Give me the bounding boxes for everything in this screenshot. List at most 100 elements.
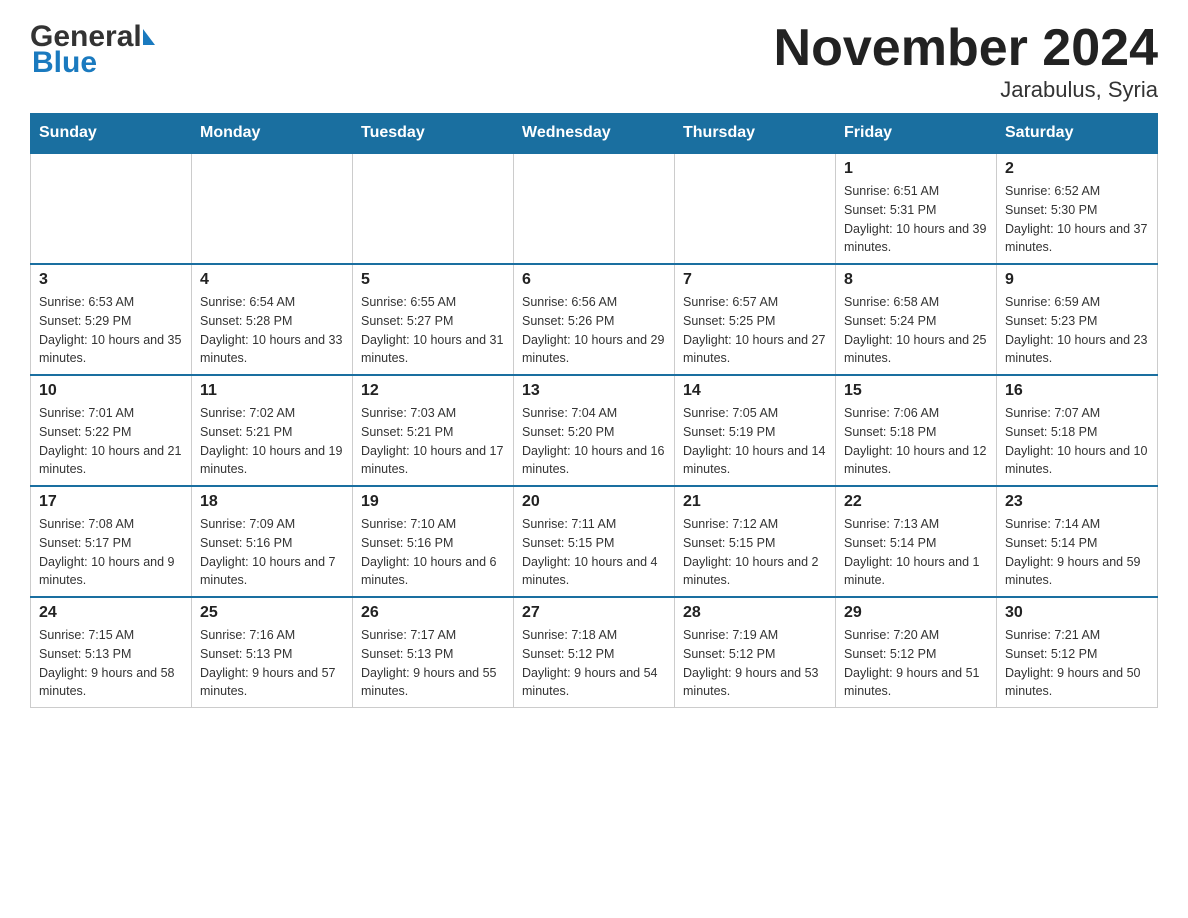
calendar-cell: 30 Sunrise: 7:21 AMSunset: 5:12 PMDayligh… bbox=[997, 597, 1158, 708]
day-number: 20 bbox=[522, 493, 666, 511]
day-sun-info: Sunrise: 6:54 AMSunset: 5:28 PMDaylight:… bbox=[200, 293, 344, 368]
day-sun-info: Sunrise: 7:03 AMSunset: 5:21 PMDaylight:… bbox=[361, 404, 505, 479]
day-sun-info: Sunrise: 7:18 AMSunset: 5:12 PMDaylight:… bbox=[522, 626, 666, 701]
day-number: 29 bbox=[844, 604, 988, 622]
calendar-cell: 16 Sunrise: 7:07 AMSunset: 5:18 PMDayligh… bbox=[997, 375, 1158, 486]
day-sun-info: Sunrise: 7:01 AMSunset: 5:22 PMDaylight:… bbox=[39, 404, 183, 479]
day-sun-info: Sunrise: 7:15 AMSunset: 5:13 PMDaylight:… bbox=[39, 626, 183, 701]
calendar-cell: 9Sunrise: 6:59 AMSunset: 5:23 PMDaylight… bbox=[997, 264, 1158, 375]
day-number: 3 bbox=[39, 271, 183, 289]
day-number: 2 bbox=[1005, 160, 1149, 178]
calendar-cell: 25 Sunrise: 7:16 AMSunset: 5:13 PMDayligh… bbox=[192, 597, 353, 708]
day-number: 1 bbox=[844, 160, 988, 178]
day-number: 19 bbox=[361, 493, 505, 511]
calendar-cell: 20 Sunrise: 7:11 AMSunset: 5:15 PMDayligh… bbox=[514, 486, 675, 597]
weekday-header-tuesday: Tuesday bbox=[353, 114, 514, 154]
day-sun-info: Sunrise: 7:13 AMSunset: 5:14 PMDaylight:… bbox=[844, 515, 988, 590]
calendar-cell bbox=[514, 153, 675, 264]
calendar-cell: 11Sunrise: 7:02 AMSunset: 5:21 PMDayligh… bbox=[192, 375, 353, 486]
day-sun-info: Sunrise: 7:05 AMSunset: 5:19 PMDaylight:… bbox=[683, 404, 827, 479]
calendar-cell: 21Sunrise: 7:12 AMSunset: 5:15 PMDayligh… bbox=[675, 486, 836, 597]
calendar-cell bbox=[675, 153, 836, 264]
weekday-header-wednesday: Wednesday bbox=[514, 114, 675, 154]
day-number: 23 bbox=[1005, 493, 1149, 511]
week-row-3: 10 Sunrise: 7:01 AMSunset: 5:22 PMDayligh… bbox=[31, 375, 1158, 486]
calendar-cell: 8 Sunrise: 6:58 AMSunset: 5:24 PMDaylight… bbox=[836, 264, 997, 375]
day-sun-info: Sunrise: 7:12 AMSunset: 5:15 PMDaylight:… bbox=[683, 515, 827, 590]
calendar-cell: 12 Sunrise: 7:03 AMSunset: 5:21 PMDayligh… bbox=[353, 375, 514, 486]
calendar-cell: 15 Sunrise: 7:06 AMSunset: 5:18 PMDayligh… bbox=[836, 375, 997, 486]
calendar-location: Jarabulus, Syria bbox=[774, 77, 1158, 103]
day-number: 14 bbox=[683, 382, 827, 400]
day-number: 28 bbox=[683, 604, 827, 622]
day-sun-info: Sunrise: 6:52 AMSunset: 5:30 PMDaylight:… bbox=[1005, 182, 1149, 257]
page-header: General Blue November 2024 Jarabulus, Sy… bbox=[30, 20, 1158, 103]
day-number: 15 bbox=[844, 382, 988, 400]
day-sun-info: Sunrise: 7:17 AMSunset: 5:13 PMDaylight:… bbox=[361, 626, 505, 701]
calendar-month-year: November 2024 bbox=[774, 20, 1158, 77]
day-number: 9 bbox=[1005, 271, 1149, 289]
calendar-cell bbox=[353, 153, 514, 264]
calendar-cell: 1Sunrise: 6:51 AMSunset: 5:31 PMDaylight… bbox=[836, 153, 997, 264]
week-row-1: 1Sunrise: 6:51 AMSunset: 5:31 PMDaylight… bbox=[31, 153, 1158, 264]
calendar-cell: 14 Sunrise: 7:05 AMSunset: 5:19 PMDayligh… bbox=[675, 375, 836, 486]
day-sun-info: Sunrise: 6:55 AMSunset: 5:27 PMDaylight:… bbox=[361, 293, 505, 368]
day-sun-info: Sunrise: 6:58 AMSunset: 5:24 PMDaylight:… bbox=[844, 293, 988, 368]
calendar-cell: 6 Sunrise: 6:56 AMSunset: 5:26 PMDaylight… bbox=[514, 264, 675, 375]
week-row-2: 3Sunrise: 6:53 AMSunset: 5:29 PMDaylight… bbox=[31, 264, 1158, 375]
day-number: 11 bbox=[200, 382, 344, 400]
day-number: 7 bbox=[683, 271, 827, 289]
day-sun-info: Sunrise: 6:56 AMSunset: 5:26 PMDaylight:… bbox=[522, 293, 666, 368]
day-number: 6 bbox=[522, 271, 666, 289]
day-number: 24 bbox=[39, 604, 183, 622]
calendar-cell: 23 Sunrise: 7:14 AMSunset: 5:14 PMDayligh… bbox=[997, 486, 1158, 597]
day-number: 4 bbox=[200, 271, 344, 289]
weekday-header-friday: Friday bbox=[836, 114, 997, 154]
logo: General Blue bbox=[30, 20, 155, 80]
calendar-cell: 24 Sunrise: 7:15 AMSunset: 5:13 PMDayligh… bbox=[31, 597, 192, 708]
calendar-cell: 5 Sunrise: 6:55 AMSunset: 5:27 PMDaylight… bbox=[353, 264, 514, 375]
day-number: 26 bbox=[361, 604, 505, 622]
day-number: 18 bbox=[200, 493, 344, 511]
calendar-cell: 19 Sunrise: 7:10 AMSunset: 5:16 PMDayligh… bbox=[353, 486, 514, 597]
day-sun-info: Sunrise: 7:20 AMSunset: 5:12 PMDaylight:… bbox=[844, 626, 988, 701]
calendar-cell: 22Sunrise: 7:13 AMSunset: 5:14 PMDayligh… bbox=[836, 486, 997, 597]
day-sun-info: Sunrise: 7:07 AMSunset: 5:18 PMDaylight:… bbox=[1005, 404, 1149, 479]
calendar-cell: 2 Sunrise: 6:52 AMSunset: 5:30 PMDaylight… bbox=[997, 153, 1158, 264]
week-row-5: 24 Sunrise: 7:15 AMSunset: 5:13 PMDayligh… bbox=[31, 597, 1158, 708]
day-sun-info: Sunrise: 7:04 AMSunset: 5:20 PMDaylight:… bbox=[522, 404, 666, 479]
weekday-header-monday: Monday bbox=[192, 114, 353, 154]
calendar-cell: 13 Sunrise: 7:04 AMSunset: 5:20 PMDayligh… bbox=[514, 375, 675, 486]
calendar-cell: 10 Sunrise: 7:01 AMSunset: 5:22 PMDayligh… bbox=[31, 375, 192, 486]
week-row-4: 17Sunrise: 7:08 AMSunset: 5:17 PMDayligh… bbox=[31, 486, 1158, 597]
day-sun-info: Sunrise: 7:06 AMSunset: 5:18 PMDaylight:… bbox=[844, 404, 988, 479]
day-number: 5 bbox=[361, 271, 505, 289]
logo-blue: Blue bbox=[30, 46, 155, 80]
weekday-header-row: SundayMondayTuesdayWednesdayThursdayFrid… bbox=[31, 114, 1158, 154]
day-number: 8 bbox=[844, 271, 988, 289]
day-number: 10 bbox=[39, 382, 183, 400]
day-sun-info: Sunrise: 7:21 AMSunset: 5:12 PMDaylight:… bbox=[1005, 626, 1149, 701]
logo-arrow-icon bbox=[143, 29, 155, 45]
day-sun-info: Sunrise: 7:19 AMSunset: 5:12 PMDaylight:… bbox=[683, 626, 827, 701]
day-number: 13 bbox=[522, 382, 666, 400]
day-number: 30 bbox=[1005, 604, 1149, 622]
calendar-table: SundayMondayTuesdayWednesdayThursdayFrid… bbox=[30, 113, 1158, 708]
day-sun-info: Sunrise: 7:11 AMSunset: 5:15 PMDaylight:… bbox=[522, 515, 666, 590]
day-sun-info: Sunrise: 7:09 AMSunset: 5:16 PMDaylight:… bbox=[200, 515, 344, 590]
weekday-header-sunday: Sunday bbox=[31, 114, 192, 154]
day-sun-info: Sunrise: 7:14 AMSunset: 5:14 PMDaylight:… bbox=[1005, 515, 1149, 590]
calendar-cell: 4 Sunrise: 6:54 AMSunset: 5:28 PMDaylight… bbox=[192, 264, 353, 375]
calendar-cell: 29 Sunrise: 7:20 AMSunset: 5:12 PMDayligh… bbox=[836, 597, 997, 708]
day-sun-info: Sunrise: 7:10 AMSunset: 5:16 PMDaylight:… bbox=[361, 515, 505, 590]
day-number: 27 bbox=[522, 604, 666, 622]
calendar-cell: 3Sunrise: 6:53 AMSunset: 5:29 PMDaylight… bbox=[31, 264, 192, 375]
day-sun-info: Sunrise: 7:16 AMSunset: 5:13 PMDaylight:… bbox=[200, 626, 344, 701]
day-number: 25 bbox=[200, 604, 344, 622]
calendar-cell: 26 Sunrise: 7:17 AMSunset: 5:13 PMDayligh… bbox=[353, 597, 514, 708]
calendar-cell bbox=[31, 153, 192, 264]
calendar-cell: 18 Sunrise: 7:09 AMSunset: 5:16 PMDayligh… bbox=[192, 486, 353, 597]
day-number: 12 bbox=[361, 382, 505, 400]
day-number: 16 bbox=[1005, 382, 1149, 400]
weekday-header-saturday: Saturday bbox=[997, 114, 1158, 154]
